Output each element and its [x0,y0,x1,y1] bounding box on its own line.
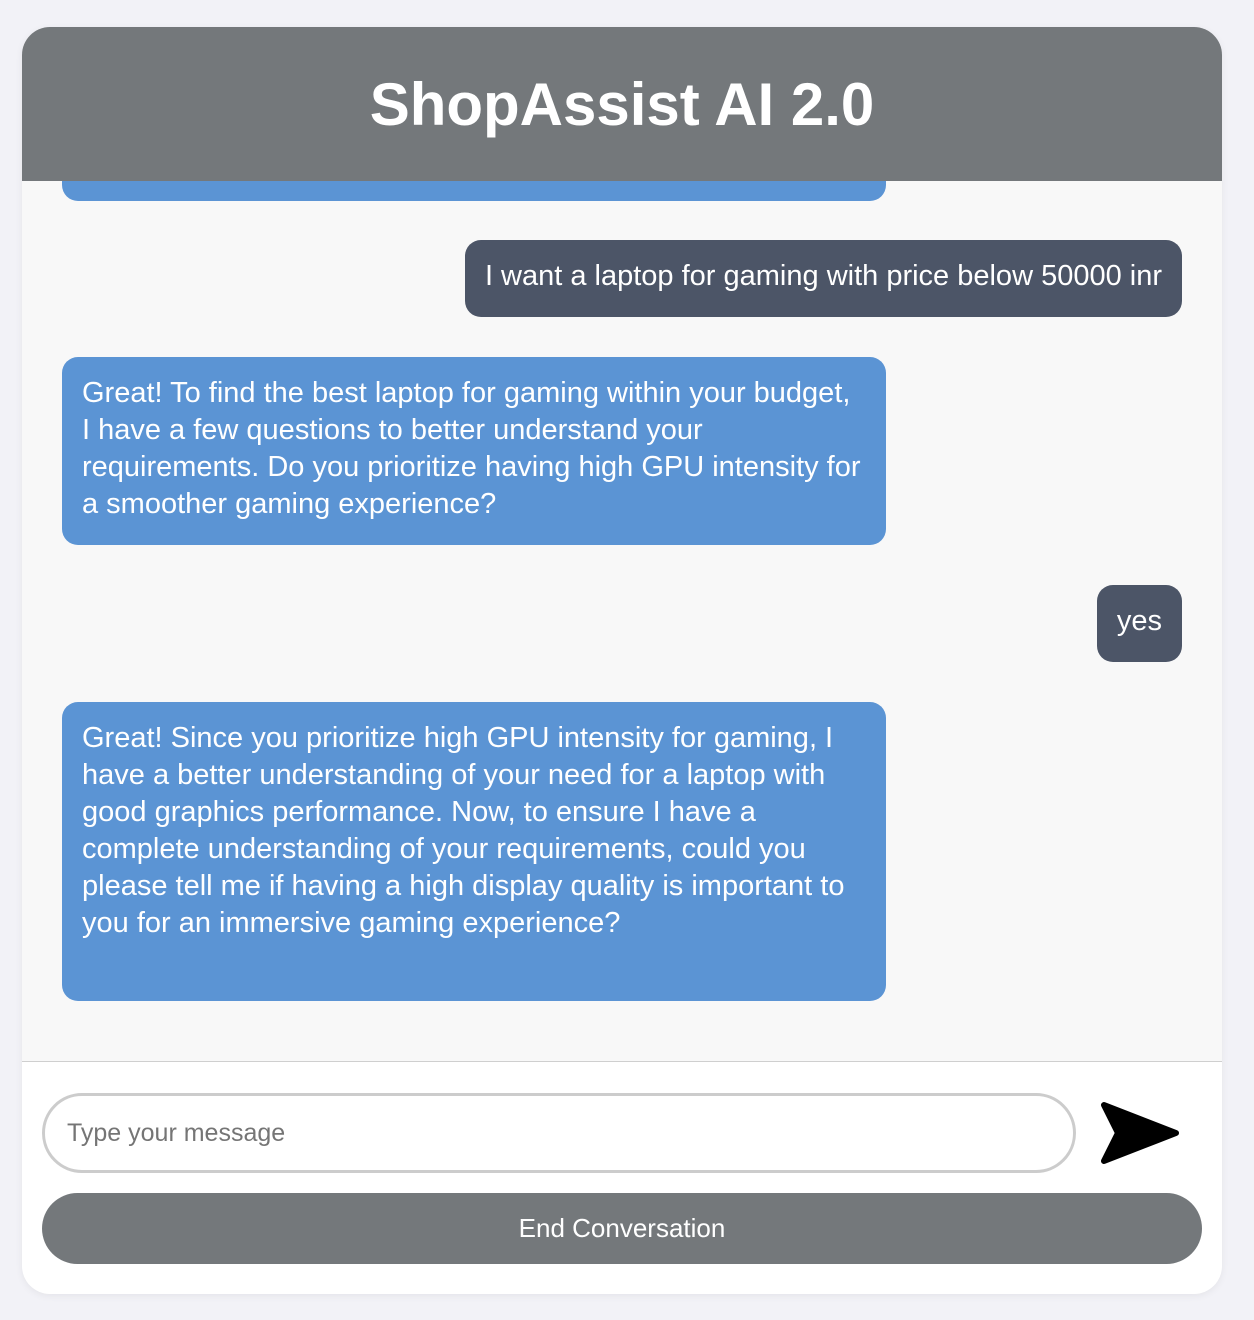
bot-message [62,181,886,201]
end-conversation-button[interactable]: End Conversation [42,1193,1202,1264]
message-list[interactable]: I want a laptop for gaming with price be… [22,181,1222,1061]
user-message: yes [1096,585,1182,662]
bot-message: Great! Since you prioritize high GPU int… [62,702,886,1001]
bot-message: Great! To find the best laptop for gamin… [62,357,886,545]
app-title: ShopAssist AI 2.0 [369,70,875,138]
send-button[interactable] [1100,1097,1180,1169]
user-message: I want a laptop for gaming with price be… [464,240,1182,317]
app-header: ShopAssist AI 2.0 [22,27,1222,181]
composer [42,1093,1202,1173]
send-arrow-icon [1101,1102,1179,1164]
chat-window: ShopAssist AI 2.0 I want a laptop for ga… [22,27,1222,1294]
message-input[interactable] [42,1093,1076,1173]
